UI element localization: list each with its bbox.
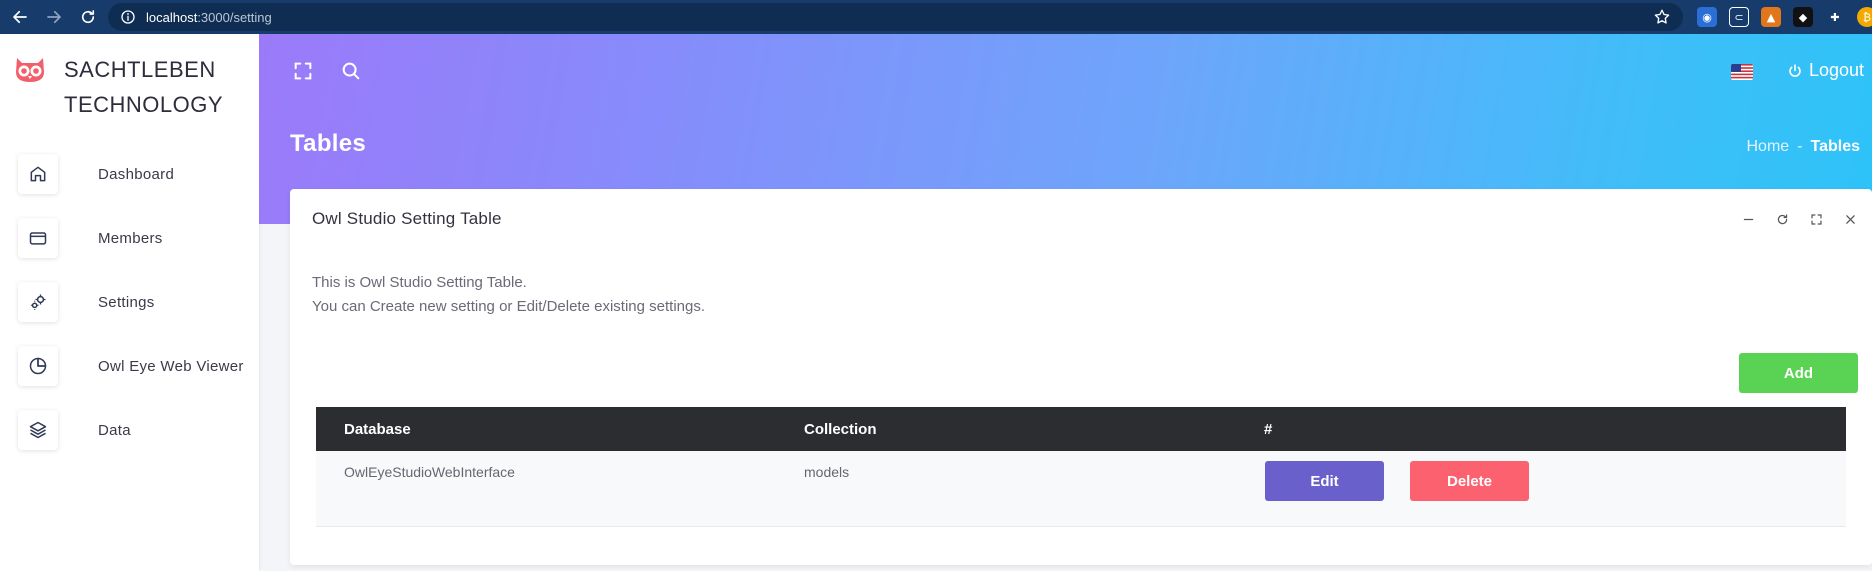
sidebar-item-members[interactable]: Members (18, 206, 244, 270)
brand[interactable]: SACHTLEBEN TECHNOLOGY (14, 52, 223, 122)
owl-logo-icon (16, 58, 44, 82)
sidebar-item-label: Settings (98, 293, 155, 311)
breadcrumb-home[interactable]: Home (1746, 138, 1789, 156)
extension-metamask-icon[interactable]: ▲ (1761, 7, 1781, 27)
url-host: localhost (146, 9, 198, 25)
column-header-database: Database (344, 420, 411, 438)
gears-icon (30, 294, 46, 310)
sidebar-nav: Dashboard Members Settings Owl Eye Web V… (18, 142, 244, 462)
card-tools (1740, 211, 1858, 227)
power-icon (1789, 63, 1801, 77)
table-header-row: Database Collection # (316, 407, 1846, 451)
reload-button[interactable] (74, 3, 102, 31)
card-icon-box (18, 218, 58, 258)
sidebar-item-owl-eye-web-viewer[interactable]: Owl Eye Web Viewer (18, 334, 244, 398)
url-text[interactable]: localhost:3000/setting (146, 10, 272, 25)
extension-puzzle-icon[interactable]: ✚ (1825, 7, 1845, 27)
us-flag-icon[interactable] (1731, 64, 1753, 80)
arrow-left-icon (13, 10, 27, 24)
sidebar-item-label: Dashboard (98, 165, 175, 183)
page-title: Tables (290, 130, 367, 157)
minimize-button[interactable] (1740, 211, 1756, 227)
column-header-actions: # (1264, 420, 1273, 438)
card-description: This is Owl Studio Setting Table. You ca… (312, 271, 705, 319)
sidebar-item-settings[interactable]: Settings (18, 270, 244, 334)
bookmark-star-icon[interactable] (1653, 8, 1671, 26)
settings-card: Owl Studio Setting Table This is Owl Stu… (290, 189, 1872, 565)
breadcrumb-current: Tables (1810, 138, 1861, 155)
delete-button[interactable]: Delete (1410, 461, 1529, 501)
close-button[interactable] (1842, 211, 1858, 227)
breadcrumb-separator: - (1797, 138, 1803, 155)
home-icon (30, 166, 46, 182)
sidebar: SACHTLEBEN TECHNOLOGY Dashboard Members … (0, 34, 259, 571)
brand-line-2: TECHNOLOGY (64, 92, 224, 117)
extension-icons: ◉ ⊂ ▲ ◆ ✚ ₿ (1697, 7, 1872, 27)
info-icon[interactable] (120, 9, 136, 25)
back-button[interactable] (6, 3, 34, 31)
card-description-line-1: This is Owl Studio Setting Table. (312, 274, 527, 291)
home-icon-box (18, 154, 58, 194)
sidebar-item-label: Data (98, 421, 131, 439)
minus-icon (1743, 218, 1753, 220)
cell-collection: models (804, 464, 850, 480)
add-button[interactable]: Add (1739, 353, 1858, 393)
search-icon[interactable] (340, 60, 362, 82)
browser-toolbar: localhost:3000/setting ◉ ⊂ ▲ ◆ ✚ ₿ (0, 0, 1872, 34)
sidebar-item-dashboard[interactable]: Dashboard (18, 142, 244, 206)
extension-binance-icon[interactable]: ◆ (1793, 7, 1813, 27)
column-header-collection: Collection (804, 420, 877, 438)
refresh-icon (1777, 213, 1787, 224)
brand-line-1: SACHTLEBEN (64, 57, 216, 82)
forward-button[interactable] (40, 3, 68, 31)
address-bar[interactable]: localhost:3000/setting (108, 3, 1683, 31)
card-icon (29, 232, 47, 245)
gears-icon-box (18, 282, 58, 322)
card-title: Owl Studio Setting Table (312, 209, 502, 228)
edit-button[interactable]: Edit (1265, 461, 1384, 501)
layers-icon-box (18, 410, 58, 450)
card-description-line-2: You can Create new setting or Edit/Delet… (312, 298, 706, 315)
arrow-right-icon (47, 10, 61, 24)
table-row: OwlEyeStudioWebInterface models Edit Del… (316, 451, 1846, 527)
sidebar-item-label: Owl Eye Web Viewer (98, 357, 244, 375)
extension-ce-icon[interactable]: ⊂ (1729, 7, 1749, 27)
fullscreen-icon[interactable] (292, 60, 314, 82)
sidebar-item-label: Members (98, 229, 163, 247)
expand-button[interactable] (1808, 211, 1824, 227)
layers-icon (29, 421, 47, 439)
logout-button[interactable]: Logout (1787, 60, 1864, 81)
settings-table: Database Collection # OwlEyeStudioWebInt… (316, 407, 1846, 527)
cell-database: OwlEyeStudioWebInterface (344, 464, 515, 480)
breadcrumb: Home - Tables (1746, 138, 1860, 156)
reload-icon (81, 10, 95, 24)
expand-icon (1810, 213, 1822, 225)
brand-name: SACHTLEBEN TECHNOLOGY (64, 52, 223, 122)
close-icon (1845, 214, 1855, 224)
extension-bitcoin-icon[interactable]: ₿ (1857, 7, 1872, 27)
refresh-button[interactable] (1774, 211, 1790, 227)
logout-label: Logout (1809, 60, 1865, 80)
pie-chart-icon-box (18, 346, 58, 386)
url-path: :3000/setting (197, 9, 272, 25)
pie-chart-icon (29, 357, 47, 375)
sidebar-item-data[interactable]: Data (18, 398, 244, 462)
extension-translate-icon[interactable]: ◉ (1697, 7, 1717, 27)
